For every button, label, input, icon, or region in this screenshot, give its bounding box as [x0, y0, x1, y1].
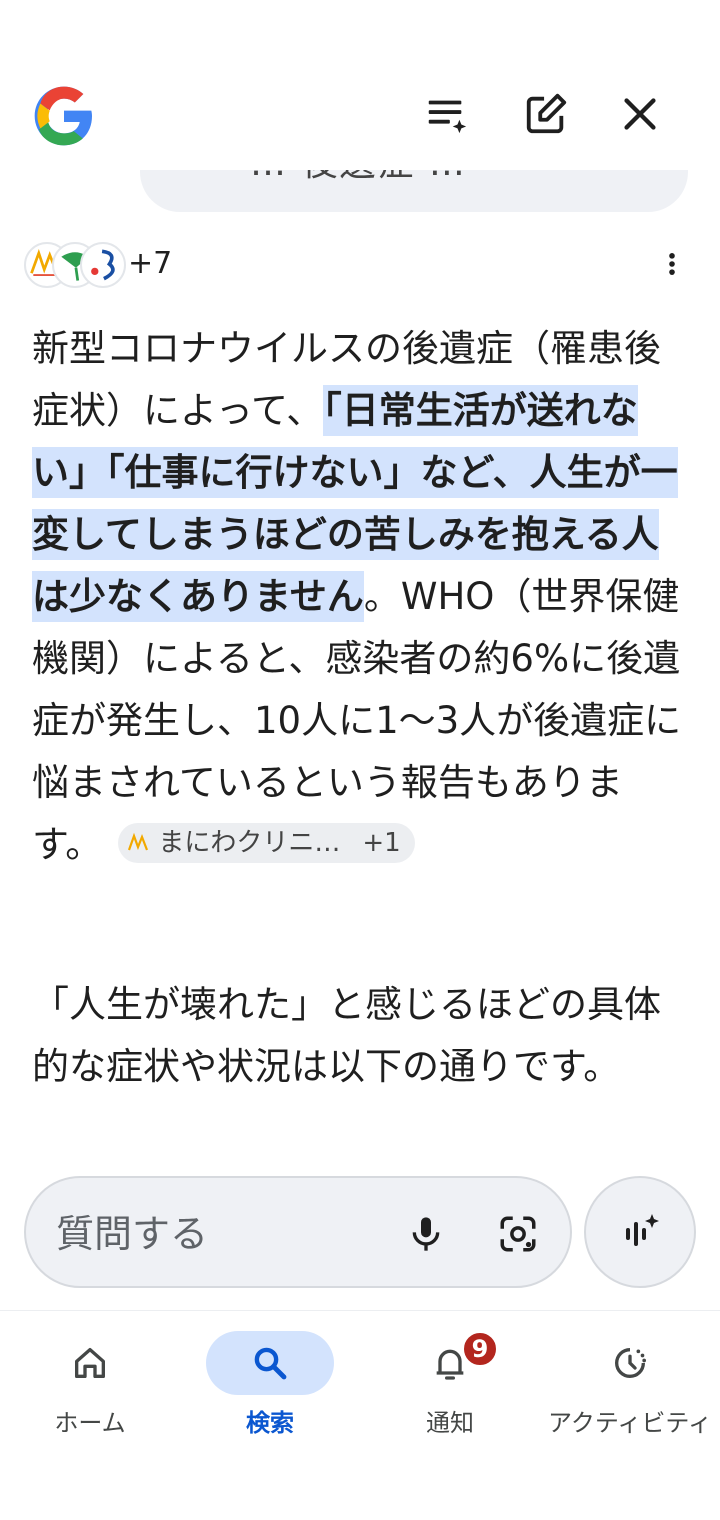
google-logo — [32, 84, 96, 148]
top-bar — [0, 60, 720, 170]
citation-source-icon — [128, 832, 149, 850]
live-sparkle-icon — [626, 1214, 659, 1246]
sources-more-count: +7 — [128, 246, 173, 281]
more-options-icon[interactable] — [652, 244, 692, 284]
sources-row[interactable]: +7 — [24, 240, 696, 290]
citation-label: まにわクリニ… — [158, 827, 341, 858]
nav-activity[interactable]: アクティビティ — [540, 1321, 720, 1441]
home-icon — [26, 1331, 154, 1395]
nav-notifications-label: 通知 — [426, 1409, 474, 1437]
summary-sparkle-icon[interactable] — [418, 86, 474, 142]
bottom-navigation: ホーム 検索 9 通知 アクティビティ — [0, 1310, 720, 1520]
ask-bar[interactable] — [24, 1176, 572, 1288]
activity-icon — [566, 1331, 694, 1395]
close-icon[interactable] — [612, 86, 668, 142]
live-voice-button[interactable] — [584, 1176, 696, 1288]
ai-answer-paragraph: 新型コロナウイルスの後遺症（罹患後症状）によって、「日常生活が送れない」「仕事に… — [32, 318, 682, 876]
ask-input[interactable] — [56, 1206, 386, 1262]
search-icon — [206, 1331, 334, 1395]
answer-paragraph-2: 「人生が壊れた」と感じるほどの具体的な症状や状況は以下の通りです。 — [32, 983, 661, 1088]
citation-more: +1 — [362, 827, 401, 858]
nav-home[interactable]: ホーム — [0, 1321, 180, 1441]
nav-search-label: 検索 — [246, 1409, 294, 1437]
nav-activity-label: アクティビティ — [548, 1409, 712, 1437]
nav-notifications[interactable]: 9 通知 — [360, 1321, 540, 1441]
citation-chip[interactable]: まにわクリニ… +1 — [118, 822, 415, 863]
nav-search[interactable]: 検索 — [180, 1321, 360, 1441]
notification-badge: 9 — [462, 1331, 498, 1367]
microphone-icon[interactable] — [398, 1206, 454, 1262]
blue-red-logo — [80, 242, 126, 288]
google-lens-icon[interactable] — [490, 1206, 546, 1262]
edit-icon[interactable] — [518, 86, 574, 142]
nav-home-label: ホーム — [54, 1409, 126, 1437]
